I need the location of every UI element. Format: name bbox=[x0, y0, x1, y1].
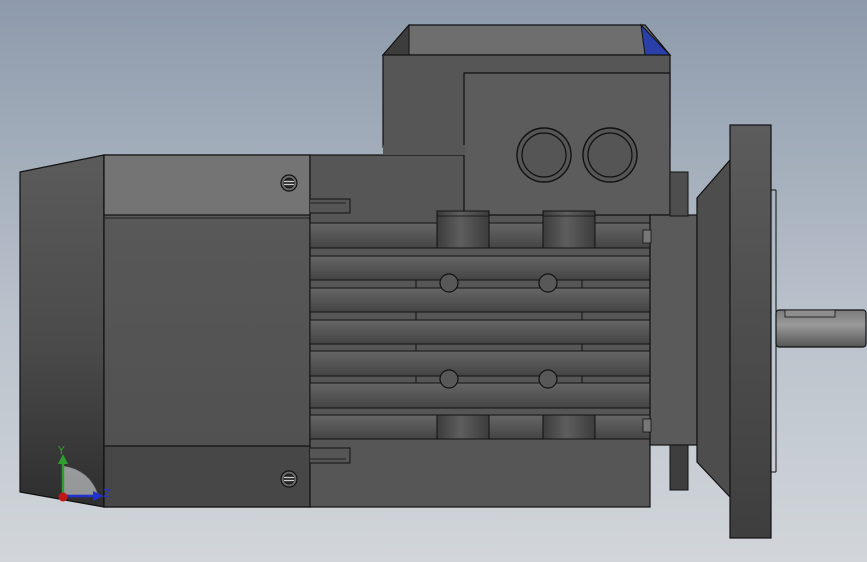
shaft-keyway bbox=[784, 309, 836, 318]
graphics-viewport[interactable]: Y Z bbox=[0, 0, 867, 562]
cable-gland-right bbox=[582, 127, 638, 183]
cable-gland-left bbox=[516, 127, 572, 183]
motor-model[interactable]: Y Z bbox=[0, 0, 867, 562]
mounting-flange[interactable] bbox=[696, 124, 777, 539]
housing-screw-top bbox=[280, 174, 298, 192]
terminal-box-accent bbox=[640, 23, 672, 56]
bracket-bottom bbox=[310, 447, 351, 464]
housing-screw-bottom bbox=[280, 470, 298, 488]
output-shaft[interactable] bbox=[775, 309, 867, 348]
bracket-top bbox=[310, 198, 351, 214]
z-axis-label: Z bbox=[103, 487, 111, 500]
x-axis-dot-icon bbox=[58, 492, 68, 502]
y-axis-label: Y bbox=[57, 444, 65, 457]
end-shield[interactable] bbox=[642, 171, 698, 491]
